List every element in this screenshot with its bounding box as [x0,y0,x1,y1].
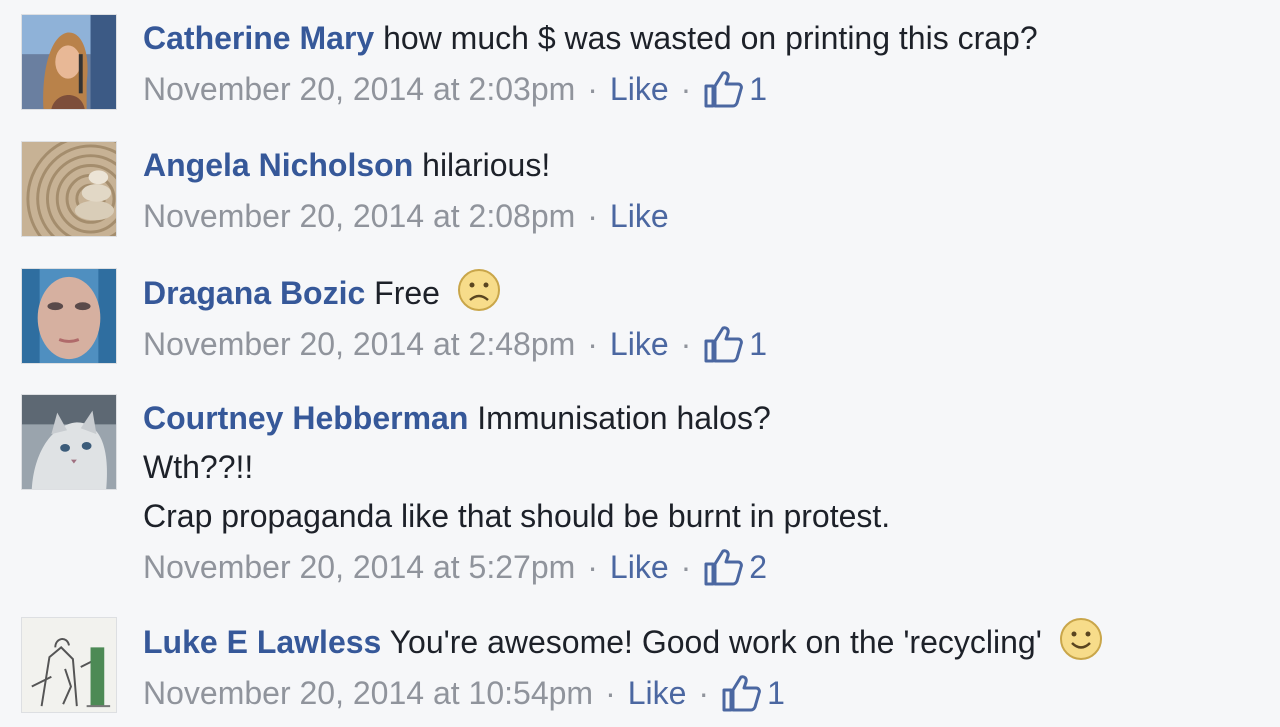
comment-timestamp[interactable]: November 20, 2014 at 2:03pm [143,63,575,115]
like-count[interactable]: 1 [749,63,767,115]
comment-timestamp[interactable]: November 20, 2014 at 2:48pm [143,318,575,370]
like-count[interactable]: 1 [749,318,767,370]
comment-meta: November 20, 2014 at 10:54pm · Like · 1 [143,667,1260,719]
comment-line: You're awesome! Good work on the 'recycl… [389,624,1042,660]
comment-author[interactable]: Luke E Lawless [143,624,381,660]
meta-separator: · [587,326,598,362]
comment-timestamp[interactable]: November 20, 2014 at 2:08pm [143,190,575,242]
meta-separator: · [698,675,710,711]
sketch-avatar[interactable] [21,617,117,713]
thumbs-up-icon[interactable] [703,548,744,586]
comment-text: Luke E Lawless You're awesome! Good work… [143,617,1260,667]
comment-timestamp[interactable]: November 20, 2014 at 10:54pm [143,667,593,719]
comment-author[interactable]: Angela Nicholson [143,147,413,183]
like-button[interactable]: Like [610,541,669,593]
meta-separator: · [680,71,692,107]
comment-meta: November 20, 2014 at 2:08pm · Like [143,190,1260,242]
smile-emoji-icon [1059,617,1103,661]
comment-timestamp[interactable]: November 20, 2014 at 5:27pm [143,541,575,593]
meta-separator: · [605,675,616,711]
like-button[interactable]: Like [628,667,687,719]
comment-text: Catherine Mary how much $ was wasted on … [143,14,1260,63]
like-button[interactable]: Like [610,318,669,370]
thumbs-up-icon[interactable] [703,70,744,108]
comment-line: Wth??!! [143,449,254,485]
thumbs-up-icon[interactable] [721,674,761,712]
comment-line: hilarious! [422,147,551,183]
comment-author[interactable]: Dragana Bozic [143,275,365,311]
face-avatar[interactable] [21,268,117,364]
comment-line: Immunisation halos? [477,400,771,436]
comment-meta: November 20, 2014 at 2:48pm · Like · 1 [143,318,1260,370]
meta-separator: · [587,71,598,107]
frown-emoji-icon [457,268,501,312]
woman-singing-avatar[interactable] [21,14,117,110]
comment-text: Courtney Hebberman Immunisation halos? [143,394,1260,443]
like-count[interactable]: 2 [749,541,767,593]
comment-text: Dragana Bozic Free [143,268,1260,318]
like-count[interactable]: 1 [767,667,785,719]
cat-avatar[interactable] [21,394,117,490]
like-button[interactable]: Like [610,63,669,115]
meta-separator: · [587,198,598,234]
comment-line: Crap propaganda like that should be burn… [143,498,891,534]
thumbs-up-icon[interactable] [703,325,744,363]
zen-stones-avatar[interactable] [21,141,117,237]
like-button[interactable]: Like [610,190,669,242]
comment-meta: November 20, 2014 at 2:03pm · Like · 1 [143,63,1260,115]
comment-author[interactable]: Courtney Hebberman [143,400,468,436]
meta-separator: · [587,549,598,585]
comment-meta: November 20, 2014 at 5:27pm · Like · 2 [143,541,1260,593]
comment-author[interactable]: Catherine Mary [143,20,374,56]
comment-line: how much $ was wasted on printing this c… [383,20,1038,56]
comment-line: Free [374,275,440,311]
meta-separator: · [680,549,692,585]
comment-text: Angela Nicholson hilarious! [143,141,1260,190]
meta-separator: · [680,326,692,362]
